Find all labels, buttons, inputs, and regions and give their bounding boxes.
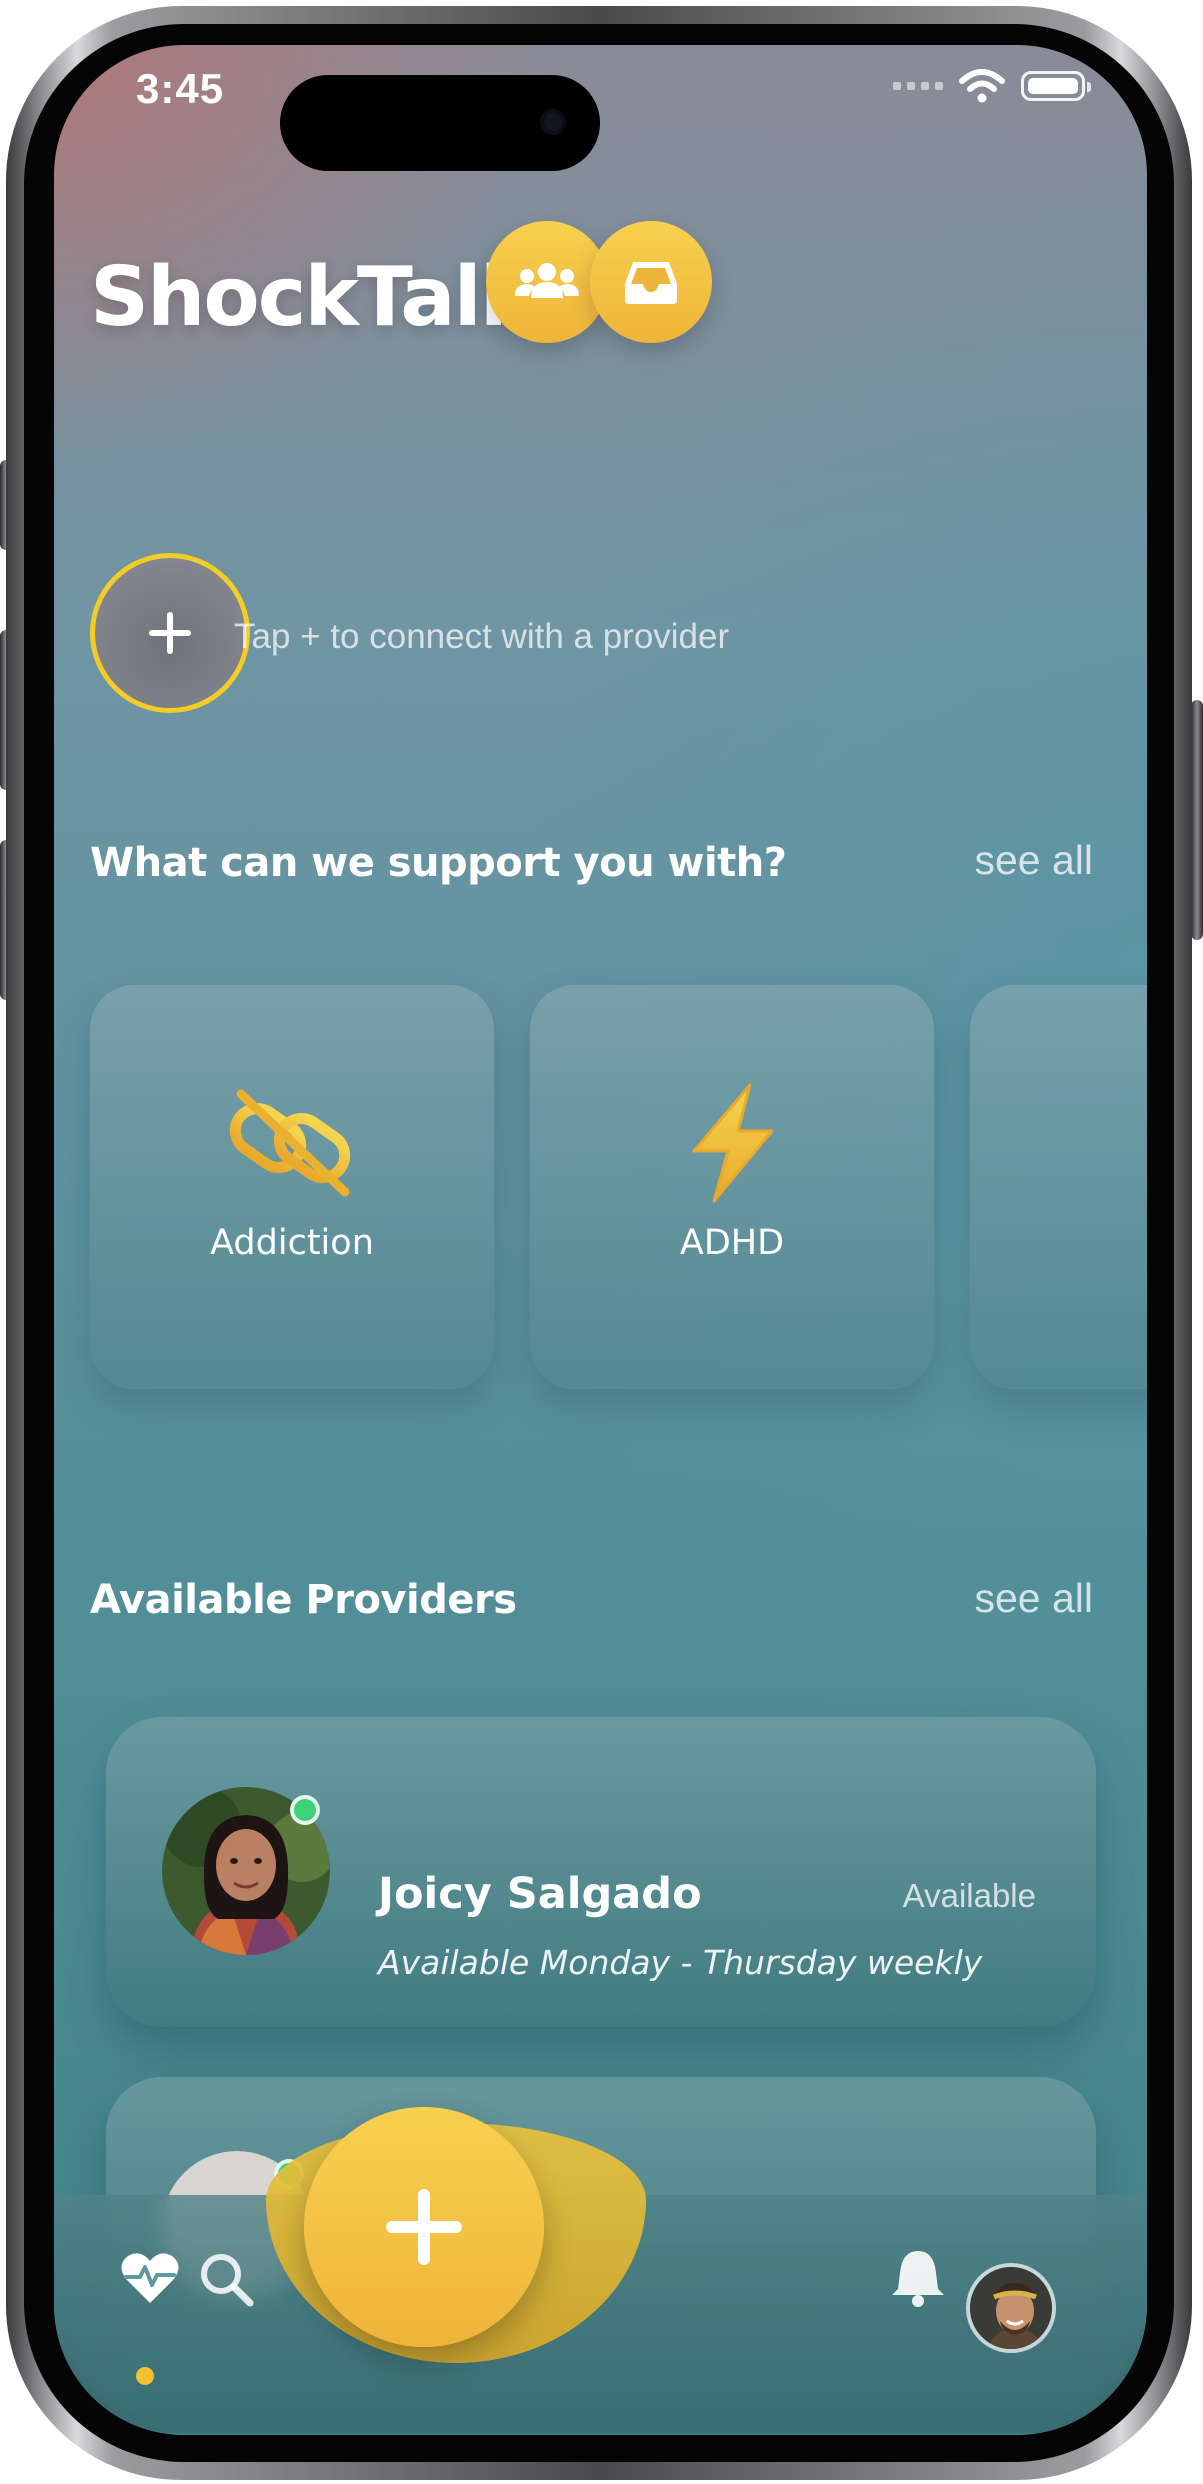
category-card-addiction[interactable]: Addiction xyxy=(90,985,494,1389)
providers-see-all-link[interactable]: see all xyxy=(974,1575,1093,1622)
create-button[interactable] xyxy=(304,2107,544,2347)
category-card-adhd[interactable]: ADHD xyxy=(530,985,934,1389)
category-label: ADHD xyxy=(679,1223,785,1263)
plus-icon xyxy=(149,612,191,654)
device-screenshot: 3:45 ShockTalk Tap + to connect with a p… xyxy=(0,0,1203,2484)
app-title: ShockTalk xyxy=(90,250,534,345)
battery-icon xyxy=(1021,71,1091,101)
provider-schedule: Available Monday - Thursday weekly xyxy=(378,1943,983,1982)
support-section-title: What can we support you with? xyxy=(90,840,787,886)
lightning-icon xyxy=(667,1083,797,1203)
active-tab-indicator xyxy=(136,2367,154,2385)
dynamic-island xyxy=(280,75,600,171)
provider-status: Available xyxy=(902,1877,1036,1914)
inbox-icon xyxy=(625,262,677,304)
inbox-button[interactable] xyxy=(590,221,712,343)
providers-section-title: Available Providers xyxy=(90,1577,517,1623)
camera-icon xyxy=(540,109,566,135)
heart-pulse-icon[interactable] xyxy=(120,2251,180,2305)
users-icon xyxy=(515,263,579,298)
plus-icon xyxy=(386,2189,462,2265)
provider-card[interactable]: Joicy Salgado Available Available Monday… xyxy=(106,1717,1096,2027)
app-screen: 3:45 ShockTalk Tap + to connect with a p… xyxy=(54,45,1147,2435)
provider-name: Joicy Salgado xyxy=(378,1869,702,1919)
category-label: Addiction xyxy=(210,1223,374,1263)
side-button-power xyxy=(1191,700,1203,940)
add-provider-button[interactable] xyxy=(90,553,250,713)
unlink-icon xyxy=(227,1083,357,1203)
search-icon[interactable] xyxy=(198,2251,254,2307)
connect-hint: Tap + to connect with a provider xyxy=(234,617,730,656)
profile-avatar[interactable] xyxy=(966,2263,1056,2353)
bell-icon[interactable] xyxy=(890,2247,946,2307)
status-icons xyxy=(893,69,1091,103)
online-status-dot xyxy=(290,1795,320,1825)
cellular-signal-icon xyxy=(893,82,943,90)
category-card-partial[interactable] xyxy=(970,985,1147,1389)
status-time: 3:45 xyxy=(136,65,225,112)
support-see-all-link[interactable]: see all xyxy=(974,837,1093,884)
wifi-icon xyxy=(959,69,1005,103)
